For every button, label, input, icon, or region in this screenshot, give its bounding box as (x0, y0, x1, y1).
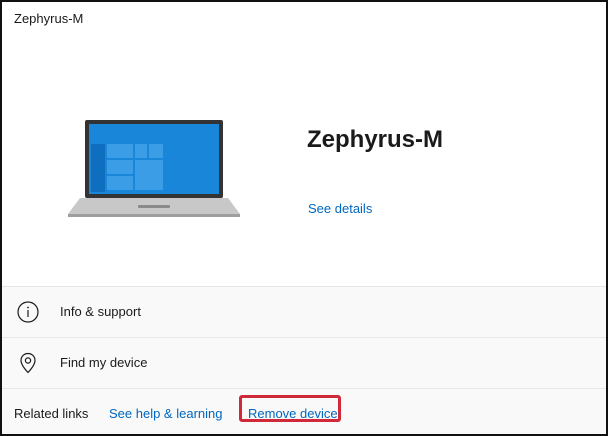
device-name: Zephyrus-M (307, 126, 444, 153)
location-pin-icon (20, 352, 36, 374)
info-icon (17, 301, 39, 323)
settings-item-label: Find my device (60, 355, 148, 370)
settings-item-label: Info & support (60, 304, 141, 319)
app-window: Zephyrus-M Zephyrus-M See details Info &… (0, 0, 608, 436)
window-title: Zephyrus-M (14, 11, 84, 26)
related-links-caption: Related links (14, 406, 89, 421)
see-details-link[interactable]: See details (308, 201, 372, 216)
device-hero: Zephyrus-M Zephyrus-M See details (2, 2, 606, 287)
remove-device-highlight-box (239, 395, 341, 422)
laptop-illustration (68, 120, 240, 217)
settings-item-find-my-device[interactable]: Find my device (2, 338, 606, 389)
settings-item-info-support[interactable]: Info & support (2, 287, 606, 338)
see-help-learning-link[interactable]: See help & learning (109, 406, 222, 421)
